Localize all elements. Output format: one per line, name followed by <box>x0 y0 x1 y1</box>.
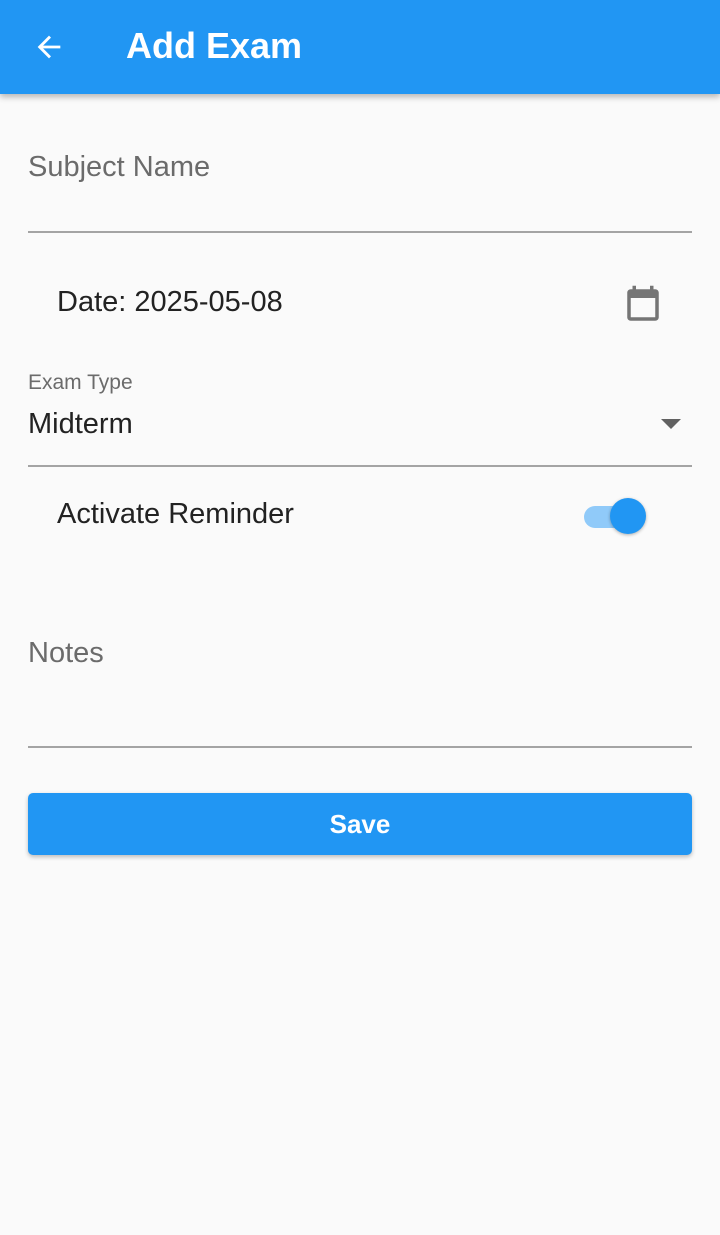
subject-name-input[interactable] <box>28 140 692 231</box>
save-button[interactable]: Save <box>28 793 692 855</box>
app-bar: Add Exam <box>0 0 720 94</box>
toggle-thumb <box>610 498 646 534</box>
calendar-button[interactable] <box>618 280 668 330</box>
dropdown-arrow-icon <box>661 419 681 429</box>
subject-name-field[interactable] <box>28 140 692 233</box>
notes-field[interactable] <box>28 618 692 748</box>
reminder-label: Activate Reminder <box>57 498 294 530</box>
page-title: Add Exam <box>126 25 303 66</box>
exam-type-label: Exam Type <box>28 371 133 394</box>
date-row[interactable]: Date: 2025-05-08 <box>28 262 692 344</box>
exam-type-value: Midterm <box>28 408 133 440</box>
arrow-back-icon <box>37 35 61 59</box>
back-button[interactable] <box>20 18 78 76</box>
reminder-toggle[interactable] <box>582 496 652 536</box>
exam-type-dropdown[interactable]: Exam Type Midterm <box>28 362 692 467</box>
date-text: Date: 2025-05-08 <box>57 286 283 318</box>
notes-input[interactable] <box>28 618 692 746</box>
reminder-row: Activate Reminder <box>28 480 692 552</box>
calendar-icon <box>627 285 659 321</box>
